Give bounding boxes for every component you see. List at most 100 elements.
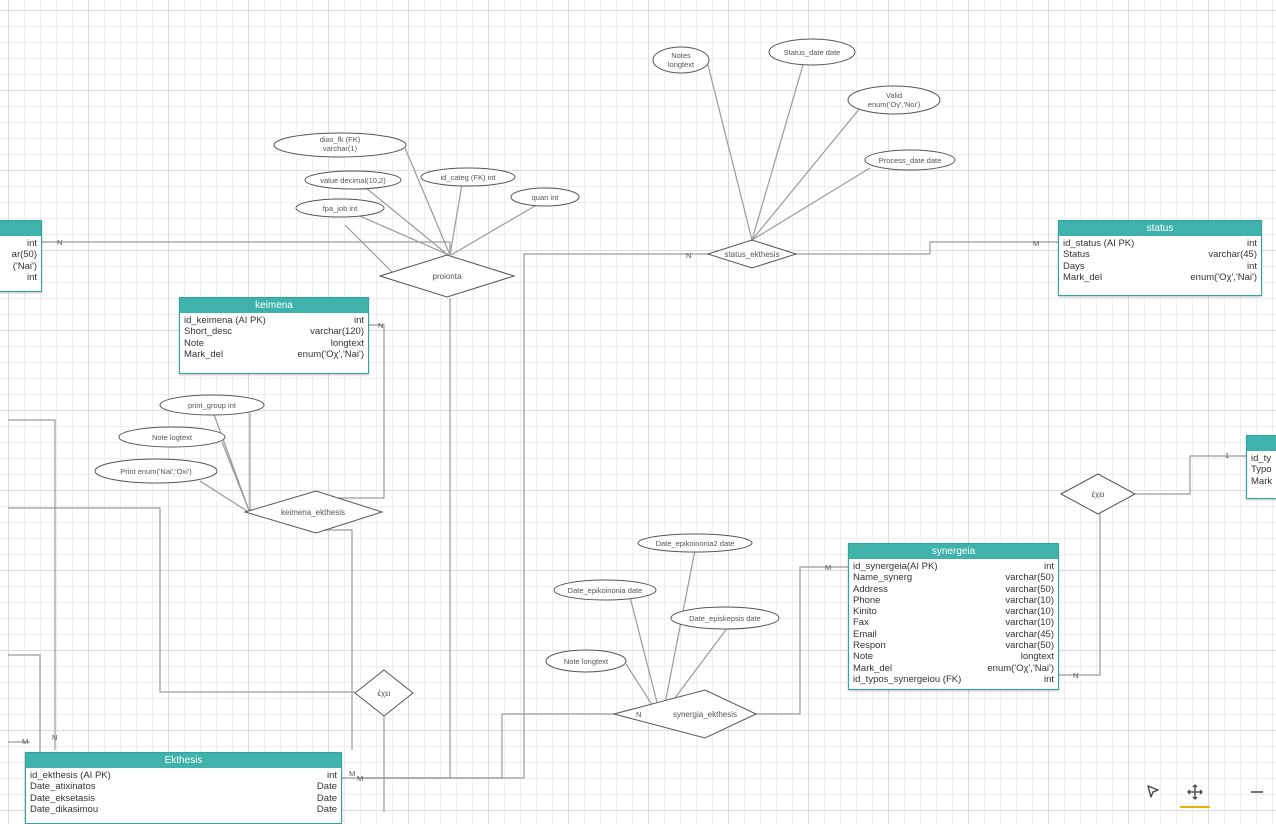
attr-notes-type: longtext: [668, 60, 695, 69]
entity-row-field: Date_eksetasis: [30, 792, 95, 804]
entity-row: Days int: [1063, 261, 1257, 272]
entity-row-type: enum('Oχ','Nai'): [297, 348, 364, 360]
attr-print-enum: Print enum('Nai','Oxi'): [120, 467, 192, 476]
er-diagram-canvas[interactable]: Notes longtext Status_date date Valid en…: [0, 0, 1276, 812]
entity-row: id_status (AI PK) int: [1063, 238, 1257, 249]
entity-row: Note longtext: [184, 338, 364, 349]
entity-title: Ekthesis: [26, 753, 341, 768]
entity-row: Mark_del enum('Oχ','Nai'): [853, 663, 1054, 674]
entity-row-field: Mark_del: [853, 662, 893, 674]
relationship-exei2-label: έχει: [1091, 490, 1104, 499]
entity-row-field: Email: [853, 628, 877, 640]
entity-row: Mark_del enum('Oχ','Nai'): [1063, 272, 1257, 283]
relationship-exei-label: έχει: [377, 689, 390, 698]
entity-row: int: [0, 238, 37, 249]
entity-row-field: id_ty: [1251, 453, 1272, 464]
entity-row-field: Mark: [1251, 475, 1273, 487]
attr-notes-name: Notes: [671, 51, 691, 60]
entity-row: Mark: [1251, 476, 1276, 487]
attr-note-longtext: Note longtext: [564, 657, 609, 666]
cardinality-n: N: [686, 251, 691, 260]
entity-row-type: int: [1246, 260, 1257, 272]
relationship-synergia-ekthesis-label: synergia_ekthesis: [673, 710, 737, 719]
entity-row-type: enum('Oχ','Nai'): [1190, 271, 1257, 283]
entity-status[interactable]: status id_status (AI PK) int Status varcha…: [1058, 220, 1262, 296]
attr-status-date: Status_date date: [784, 48, 841, 57]
entity-row-type: int: [26, 238, 37, 249]
entity-row-field: Address: [853, 583, 888, 595]
entity-row-field: Status: [1063, 249, 1090, 261]
entity-row-type: ar(50): [11, 249, 37, 261]
entity-row: ar(50): [0, 249, 37, 260]
entity-row: id_synergeia(AI PK) int: [853, 561, 1054, 572]
entity-row-type: int: [26, 271, 37, 283]
entity-title: status: [1059, 221, 1261, 236]
entity-row-type: int: [326, 770, 337, 781]
entity-row: id_ty: [1251, 453, 1276, 464]
attr-value: value decimal(10,2): [320, 176, 386, 185]
entity-row: Phone varchar(10): [853, 595, 1054, 606]
cardinality-n: N: [636, 710, 641, 719]
entity-row-type: varchar(50): [1005, 572, 1054, 584]
entity-right-partial[interactable]: id_ty Typo Mark: [1246, 435, 1276, 499]
entity-row: Date_dikasimou Date: [30, 804, 337, 815]
entity-row: Date_atixinatos Date: [30, 781, 337, 792]
entity-synergeia[interactable]: synergeia id_synergeia(AI PK) int Name_sy…: [848, 543, 1059, 690]
entity-row-type: varchar(50): [1005, 640, 1054, 652]
attr-dias-type: varchar(1): [323, 144, 358, 153]
entity-left-partial[interactable]: int ar(50) ('Nai') int: [0, 220, 42, 292]
entity-row-type: longtext: [330, 337, 364, 349]
entity-row-field: Kinito: [853, 606, 877, 618]
entity-row: Kinito varchar(10): [853, 606, 1054, 617]
attr-date-epikoinonia: Date_epikoinonia date: [568, 586, 643, 595]
entity-row-field: Days: [1063, 260, 1085, 272]
attr-note-logtext: Note logtext: [152, 433, 193, 442]
attr-print-group: print_group int: [188, 401, 237, 410]
entity-row: Email varchar(45): [853, 629, 1054, 640]
entity-keimena[interactable]: keimena id_keimena (AI PK) int Short_desc…: [179, 297, 369, 374]
entity-row: id_typos_synergeiou (FK) int: [853, 674, 1054, 685]
entity-title: synergeia: [849, 544, 1058, 559]
attr-quan: quan int: [532, 193, 560, 202]
entity-row: Short_desc varchar(120): [184, 326, 364, 337]
entity-row-field: Phone: [853, 594, 881, 606]
attr-fpa-job: fpa_job int: [323, 204, 359, 213]
entity-row-field: id_keimena (AI PK): [184, 315, 266, 326]
entity-row-field: Name_synerg: [853, 572, 913, 584]
cardinality-m: M: [1033, 239, 1039, 248]
cardinality-n: N: [52, 733, 57, 742]
entity-row-field: Typo: [1251, 464, 1272, 476]
entity-row-field: Mark_del: [1063, 271, 1103, 283]
move-arrows-icon[interactable]: [1180, 778, 1210, 808]
cardinality-n: N: [1073, 671, 1078, 680]
entity-row-type: Date: [316, 792, 337, 804]
entity-row-type: enum('Oχ','Nai'): [987, 662, 1054, 674]
relationship-status-ekthesis-label: status_ekthesis: [724, 250, 779, 259]
entity-row-type: Date: [316, 781, 337, 793]
entity-row-field: id_ekthesis (AI PK): [30, 770, 111, 781]
entity-row-type: varchar(10): [1005, 617, 1054, 629]
entity-row: int: [0, 272, 37, 283]
cardinality-m: M: [22, 737, 28, 746]
minus-icon[interactable]: [1242, 778, 1272, 806]
canvas-toolbar: [1130, 774, 1276, 812]
entity-row-field: id_typos_synergeiou (FK): [853, 673, 962, 685]
entity-row-type: Date: [316, 803, 337, 815]
entity-left-partial-header: [0, 221, 41, 236]
entity-row-type: varchar(10): [1005, 606, 1054, 618]
entity-row-type: varchar(45): [1208, 249, 1257, 261]
cursor-arrow-icon[interactable]: [1138, 778, 1168, 806]
entity-row-type: varchar(45): [1005, 628, 1054, 640]
entity-row-field: Respon: [853, 640, 886, 652]
attr-dias-name: dias_fk (FK): [320, 135, 361, 144]
entity-ekthesis[interactable]: Ekthesis id_ekthesis (AI PK) int Date_ati…: [25, 752, 342, 824]
attr-id-categ: id_categ (FK) int: [440, 173, 496, 182]
attr-date-epikoinonia2: Date_epikoinonia2 date: [656, 539, 735, 548]
entity-row: Respon varchar(50): [853, 640, 1054, 651]
entity-row-type: int: [1043, 561, 1054, 572]
entity-row-type: int: [353, 315, 364, 326]
cardinality-m: M: [349, 769, 355, 778]
entity-row: Status varchar(45): [1063, 249, 1257, 260]
entity-row-field: id_synergeia(AI PK): [853, 561, 938, 572]
cardinality-n: N: [378, 321, 383, 330]
